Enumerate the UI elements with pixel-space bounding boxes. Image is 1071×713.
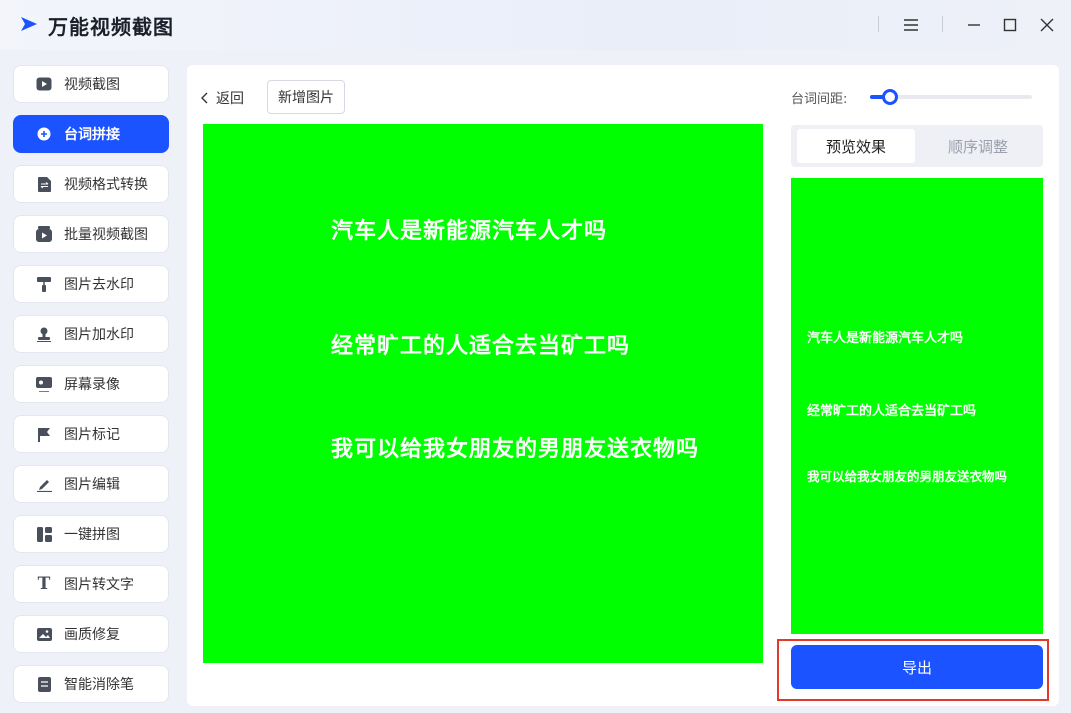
sidebar-item-quality-repair[interactable]: 画质修复 xyxy=(13,615,169,653)
hamburger-menu-icon xyxy=(904,19,918,31)
subtitle-line: 汽车人是新能源汽车人才吗 xyxy=(331,219,608,244)
image-repair-icon xyxy=(36,626,52,642)
sidebar-item-label: 视频截图 xyxy=(64,77,120,93)
back-button[interactable]: 返回 xyxy=(200,86,244,110)
file-convert-icon xyxy=(36,176,52,192)
sidebar-item-smart-eraser[interactable]: 智能消除笔 xyxy=(13,665,169,703)
sidebar-item-video-format-convert[interactable]: 视频格式转换 xyxy=(13,165,169,203)
sidebar-item-label: 图片加水印 xyxy=(64,327,134,343)
preview-subtitle-line: 经常旷工的人适合去当矿工吗 xyxy=(807,404,977,419)
chevron-left-icon xyxy=(201,92,208,104)
subtitle-line: 经常旷工的人适合去当矿工吗 xyxy=(331,334,631,359)
close-button[interactable] xyxy=(1034,12,1060,38)
sidebar-item-batch-video-screenshot[interactable]: 批量视频截图 xyxy=(13,215,169,253)
flag-icon xyxy=(36,426,52,442)
preview-tabs: 预览效果 顺序调整 xyxy=(791,125,1043,167)
sidebar-item-label: 画质修复 xyxy=(64,627,120,643)
maximize-icon xyxy=(1003,18,1017,32)
sidebar-item-label: 图片标记 xyxy=(64,427,120,443)
plus-circle-icon xyxy=(36,126,52,142)
app-title: 万能视频截图 xyxy=(48,15,174,39)
sidebar-item-label: 图片去水印 xyxy=(64,277,134,293)
minimize-button[interactable] xyxy=(961,12,987,38)
stamp-icon xyxy=(36,326,52,342)
batch-video-icon xyxy=(36,226,52,242)
text-t-icon: T xyxy=(37,574,51,594)
sidebar-item-label: 图片编辑 xyxy=(64,477,120,493)
app-logo-icon xyxy=(21,17,37,31)
sidebar-item-video-screenshot[interactable]: 视频截图 xyxy=(13,65,169,103)
sidebar-item-one-click-collage[interactable]: 一键拼图 xyxy=(13,515,169,553)
eraser-doc-icon xyxy=(36,676,52,692)
editor-canvas[interactable]: 汽车人是新能源汽车人才吗 经常旷工的人适合去当矿工吗 我可以给我女朋友的男朋友送… xyxy=(203,124,763,663)
sidebar-item-label: 图片转文字 xyxy=(64,577,134,593)
sidebar-item-label: 智能消除笔 xyxy=(64,677,134,693)
screen-record-icon xyxy=(36,376,52,392)
sidebar-item-label: 视频格式转换 xyxy=(64,177,148,193)
sidebar-item-image-mark[interactable]: 图片标记 xyxy=(13,415,169,453)
sidebar-item-label: 屏幕录像 xyxy=(64,377,120,393)
sidebar-item-image-to-text[interactable]: T 图片转文字 xyxy=(13,565,169,603)
collage-icon xyxy=(36,526,52,542)
preview-subtitle-line: 汽车人是新能源汽车人才吗 xyxy=(807,331,964,346)
subtitle-line: 我可以给我女朋友的男朋友送衣物吗 xyxy=(331,437,700,462)
titlebar-divider xyxy=(942,16,943,32)
sidebar-item-subtitle-stitch[interactable]: 台词拼接 xyxy=(13,115,169,153)
titlebar-divider xyxy=(878,16,879,32)
menu-button[interactable] xyxy=(898,12,924,38)
sidebar-item-image-edit[interactable]: 图片编辑 xyxy=(13,465,169,503)
export-button[interactable]: 导出 xyxy=(791,645,1043,689)
close-icon xyxy=(1040,18,1054,32)
sidebar-item-label: 台词拼接 xyxy=(64,127,120,143)
minimize-icon xyxy=(968,24,980,26)
sidebar-item-label: 批量视频截图 xyxy=(64,227,148,243)
sidebar-item-add-watermark[interactable]: 图片加水印 xyxy=(13,315,169,353)
spacing-label: 台词间距: xyxy=(791,92,848,107)
paint-roller-icon xyxy=(36,276,52,292)
preview-canvas: 汽车人是新能源汽车人才吗 经常旷工的人适合去当矿工吗 我可以给我女朋友的男朋友送… xyxy=(791,178,1043,634)
back-label: 返回 xyxy=(216,91,244,107)
tab-preview-effect[interactable]: 预览效果 xyxy=(797,129,915,163)
tab-order-adjust[interactable]: 顺序调整 xyxy=(919,129,1037,163)
maximize-button[interactable] xyxy=(997,12,1023,38)
sidebar-item-remove-watermark[interactable]: 图片去水印 xyxy=(13,265,169,303)
video-play-icon xyxy=(36,76,52,92)
sidebar-item-label: 一键拼图 xyxy=(64,527,120,543)
sidebar-item-screen-record[interactable]: 屏幕录像 xyxy=(13,365,169,403)
preview-subtitle-line: 我可以给我女朋友的男朋友送衣物吗 xyxy=(807,469,1008,484)
pencil-edit-icon xyxy=(36,476,52,492)
add-image-button[interactable]: 新增图片 xyxy=(267,80,345,114)
title-bar: 万能视频截图 xyxy=(0,0,1071,50)
